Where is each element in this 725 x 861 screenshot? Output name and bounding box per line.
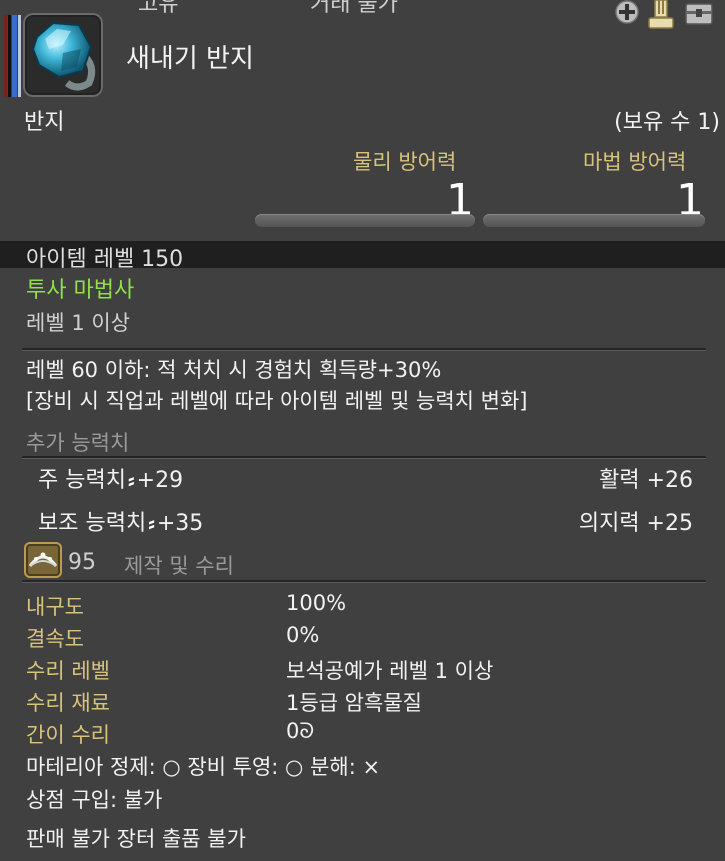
- attribute-row-right: 의지력 +25: [578, 511, 693, 536]
- storage-chest-icon[interactable]: [684, 0, 714, 32]
- spiritbond-label: 결속도: [26, 627, 84, 651]
- owned-count: (보유 수 1): [614, 110, 720, 135]
- item-name: 새내기 반지: [126, 44, 254, 74]
- glamour-icon[interactable]: [646, 0, 676, 34]
- attributes-title: 추가 능력치: [26, 431, 130, 455]
- magic-defense-label: 마법 방어력: [583, 150, 687, 174]
- attribute-row-left: 주 능력치 ⸗+29: [38, 462, 183, 494]
- sell-line: 판매 불가 장터 출품 불가: [26, 827, 246, 851]
- repair-material-value: 1등급 암흑물질: [286, 691, 422, 715]
- item-level: 아이템 레벨 150: [26, 247, 184, 272]
- repair-level-label: 수리 레벨: [26, 659, 110, 683]
- crafting-level: 95: [68, 550, 96, 575]
- tag-untradable: 거래 불가: [310, 0, 398, 17]
- attribute-value: +29: [136, 468, 184, 493]
- attribute-row-right: 활력 +26: [599, 468, 693, 493]
- plus-icon[interactable]: [614, 0, 640, 30]
- attribute-row-left: 보조 능력치 ⸗+35: [38, 505, 203, 537]
- level-requirement: 레벨 1 이상: [26, 311, 130, 335]
- tag-unique: 고유: [138, 0, 179, 17]
- divider: [22, 456, 706, 459]
- jeweled-circlet-icon: [24, 542, 62, 578]
- attribute-value: +35: [156, 511, 204, 536]
- repair-level-value: 보석공예가 레벨 1 이상: [286, 659, 494, 683]
- attribute-label: 주 능력치: [38, 468, 126, 493]
- bonus-line: [장비 시 직업과 레벨에 따라 아이템 레벨 및 능력치 변화]: [26, 389, 528, 413]
- physical-defense-bar: [255, 214, 475, 227]
- shop-line: 상점 구입: 불가: [26, 788, 163, 812]
- magic-defense-bar: [483, 214, 705, 227]
- repair-material-label: 수리 재료: [26, 691, 110, 715]
- item-type: 반지: [24, 110, 65, 135]
- durability-value: 100%: [286, 591, 347, 615]
- physical-defense-label: 물리 방어력: [353, 150, 457, 174]
- bonus-line: 레벨 60 이하: 적 처치 시 경험치 획득량+30%: [26, 358, 442, 382]
- job-classes: 투사 마법사: [26, 278, 135, 303]
- durability-label: 내구도: [26, 595, 84, 619]
- divider: [22, 580, 706, 583]
- quick-repair-label: 간이 수리: [26, 723, 110, 747]
- sync-icon: ⸗: [127, 468, 135, 492]
- materia-line: 마테리아 정제: ○ 장비 투영: ○ 분해: ×: [26, 755, 381, 779]
- divider: [22, 348, 706, 351]
- quick-repair-value: 0ᘐ: [286, 719, 315, 743]
- attribute-label: 보조 능력치: [38, 511, 147, 536]
- spiritbond-value: 0%: [286, 623, 320, 647]
- sync-icon: ⸗: [148, 511, 155, 535]
- blue-gem-ring-icon: [27, 17, 99, 93]
- rarity-bar: [4, 15, 21, 97]
- item-icon[interactable]: [23, 13, 103, 97]
- crafting-title: 제작 및 수리: [124, 554, 234, 578]
